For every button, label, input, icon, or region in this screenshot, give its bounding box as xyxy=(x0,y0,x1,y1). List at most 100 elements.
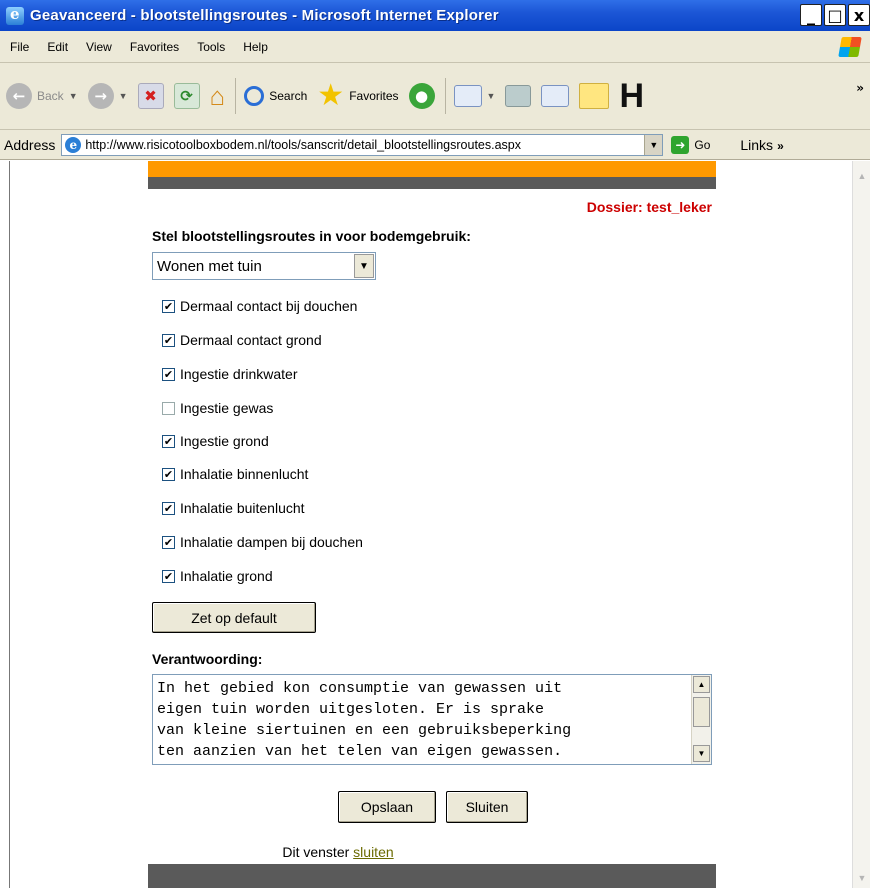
media-icon: ● xyxy=(408,83,435,109)
route-label: Inhalatie dampen bij douchen xyxy=(180,534,363,550)
maximize-button[interactable]: □ xyxy=(824,4,846,26)
textarea-scrollbar[interactable]: ▲ ▼ xyxy=(691,675,711,764)
close-window-button[interactable]: x xyxy=(848,4,870,26)
route-row-inhalatie-grond: ✔ Inhalatie grond xyxy=(162,568,273,584)
links-button[interactable]: Links» xyxy=(740,137,783,153)
ie-app-icon[interactable] xyxy=(6,5,24,25)
toolbar: ← Back ▼ → ▼ ✖ ⟳ ⌂ Search ★ Favorites ● … xyxy=(0,63,870,130)
page-scroll-down-icon[interactable]: ▼ xyxy=(854,869,870,886)
route-label: Ingestie grond xyxy=(180,433,269,449)
minimize-button[interactable]: _ xyxy=(800,4,822,26)
go-button[interactable]: ➜ Go xyxy=(671,135,710,154)
refresh-icon: ⟳ xyxy=(173,83,200,109)
justification-label: Verantwoording: xyxy=(152,651,263,667)
home-icon: ⌂ xyxy=(209,80,226,111)
land-use-select[interactable]: Wonen met tuin ▼ xyxy=(152,252,376,280)
route-checkbox-dermaal-douchen[interactable]: ✔ xyxy=(162,299,175,313)
search-button[interactable]: Search xyxy=(244,86,307,106)
route-checkbox-ingestie-grond[interactable]: ✔ xyxy=(162,434,175,448)
address-label: Address xyxy=(4,136,56,153)
sticky-note-icon xyxy=(579,83,610,109)
route-row-ingestie-grond: ✔ Ingestie grond xyxy=(162,433,269,449)
mail-button[interactable]: ▼ xyxy=(453,85,496,107)
page-scrollbar[interactable]: ▲ ▼ xyxy=(852,161,870,888)
scroll-down-icon[interactable]: ▼ xyxy=(693,745,710,762)
route-checkbox-inhalatie-dampen[interactable]: ✔ xyxy=(162,535,175,549)
stop-button[interactable]: ✖ xyxy=(137,83,164,109)
mail-dropdown-icon[interactable]: ▼ xyxy=(487,91,496,101)
route-label: Ingestie gewas xyxy=(180,400,274,416)
go-arrow-icon: ➜ xyxy=(671,135,690,154)
address-dropdown-icon[interactable]: ▼ xyxy=(644,134,663,155)
forward-arrow-icon: → xyxy=(87,83,114,109)
favorites-star-icon: ★ xyxy=(317,79,345,112)
frame-border xyxy=(9,161,10,888)
edit-page-icon xyxy=(541,85,570,107)
back-label: Back xyxy=(37,89,64,103)
forward-button[interactable]: → ▼ xyxy=(87,83,128,109)
footer-prefix: Dit venster xyxy=(282,844,350,860)
menu-favorites[interactable]: Favorites xyxy=(121,40,188,54)
edit-button[interactable] xyxy=(541,85,570,107)
route-label: Inhalatie buitenlucht xyxy=(180,500,305,516)
header-orange-bar xyxy=(148,161,716,177)
home-button[interactable]: ⌂ xyxy=(210,81,226,112)
favorites-label: Favorites xyxy=(349,89,399,103)
land-use-value: Wonen met tuin xyxy=(157,257,262,275)
route-row-inhalatie-binnenlucht: ✔ Inhalatie binnenlucht xyxy=(162,466,308,482)
route-label: Dermaal contact grond xyxy=(180,332,322,348)
menu-tools[interactable]: Tools xyxy=(188,40,234,54)
route-checkbox-ingestie-gewas[interactable] xyxy=(162,401,175,415)
scroll-thumb[interactable] xyxy=(693,697,710,727)
print-button[interactable] xyxy=(505,85,532,107)
save-button[interactable]: Opslaan xyxy=(338,791,436,823)
menu-file[interactable]: File xyxy=(0,40,38,54)
route-checkbox-inhalatie-binnenlucht[interactable]: ✔ xyxy=(162,467,175,481)
menu-view[interactable]: View xyxy=(77,40,121,54)
footer-gray-bar xyxy=(148,864,716,888)
title-bar: Geavanceerd - blootstellingsroutes - Mic… xyxy=(0,0,870,31)
back-arrow-icon: ← xyxy=(6,83,32,109)
route-row-ingestie-gewas: Ingestie gewas xyxy=(162,400,273,416)
windows-logo-icon xyxy=(838,37,862,57)
stop-icon: ✖ xyxy=(137,83,164,109)
justification-text[interactable]: In het gebied kon consumptie van gewasse… xyxy=(157,678,687,762)
justification-textarea[interactable]: In het gebied kon consumptie van gewasse… xyxy=(152,674,712,765)
route-checkbox-inhalatie-buitenlucht[interactable]: ✔ xyxy=(162,501,175,515)
extension-button[interactable]: H xyxy=(619,77,644,116)
route-row-dermaal-douchen: ✔ Dermaal contact bij douchen xyxy=(162,298,357,314)
dossier-label: Dossier: test_leker xyxy=(586,199,712,215)
back-dropdown-icon[interactable]: ▼ xyxy=(69,91,78,101)
route-checkbox-inhalatie-grond[interactable]: ✔ xyxy=(162,569,175,583)
address-url[interactable]: http://www.risicotoolboxbodem.nl/tools/s… xyxy=(85,138,644,152)
footer-text: Dit venster sluiten xyxy=(148,844,528,860)
search-label: Search xyxy=(269,89,308,103)
browser-viewport: Dossier: test_leker Stel blootstellingsr… xyxy=(0,161,870,888)
close-window-link[interactable]: sluiten xyxy=(353,844,393,860)
window-title: Geavanceerd - blootstellingsroutes - Mic… xyxy=(30,7,499,24)
forward-dropdown-icon[interactable]: ▼ xyxy=(119,91,128,101)
chevron-down-icon[interactable]: ▼ xyxy=(354,254,374,278)
route-checkbox-dermaal-grond[interactable]: ✔ xyxy=(162,333,175,347)
reset-default-button[interactable]: Zet op default xyxy=(152,602,316,633)
route-checkbox-ingestie-drinkwater[interactable]: ✔ xyxy=(162,367,175,381)
links-label: Links xyxy=(740,136,774,153)
menu-help[interactable]: Help xyxy=(234,40,277,54)
close-button[interactable]: Sluiten xyxy=(446,791,528,823)
menu-bar: File Edit View Favorites Tools Help xyxy=(0,31,870,63)
page-scroll-up-icon[interactable]: ▲ xyxy=(854,167,870,184)
printer-icon xyxy=(505,85,532,107)
media-button[interactable]: ● xyxy=(408,83,435,109)
search-icon xyxy=(244,86,265,106)
menu-edit[interactable]: Edit xyxy=(38,40,77,54)
address-bar: Address e http://www.risicotoolboxbodem.… xyxy=(0,130,870,160)
route-label: Dermaal contact bij douchen xyxy=(180,298,358,314)
favorites-button[interactable]: ★ Favorites xyxy=(317,81,398,111)
back-button[interactable]: ← Back ▼ xyxy=(6,83,78,109)
toolbar-chevron-icon[interactable]: » xyxy=(856,81,864,95)
address-input[interactable]: e http://www.risicotoolboxbodem.nl/tools… xyxy=(61,133,664,156)
refresh-button[interactable]: ⟳ xyxy=(173,83,200,109)
route-row-inhalatie-buitenlucht: ✔ Inhalatie buitenlucht xyxy=(162,500,305,516)
notes-button[interactable] xyxy=(579,83,610,109)
scroll-up-icon[interactable]: ▲ xyxy=(693,676,710,693)
